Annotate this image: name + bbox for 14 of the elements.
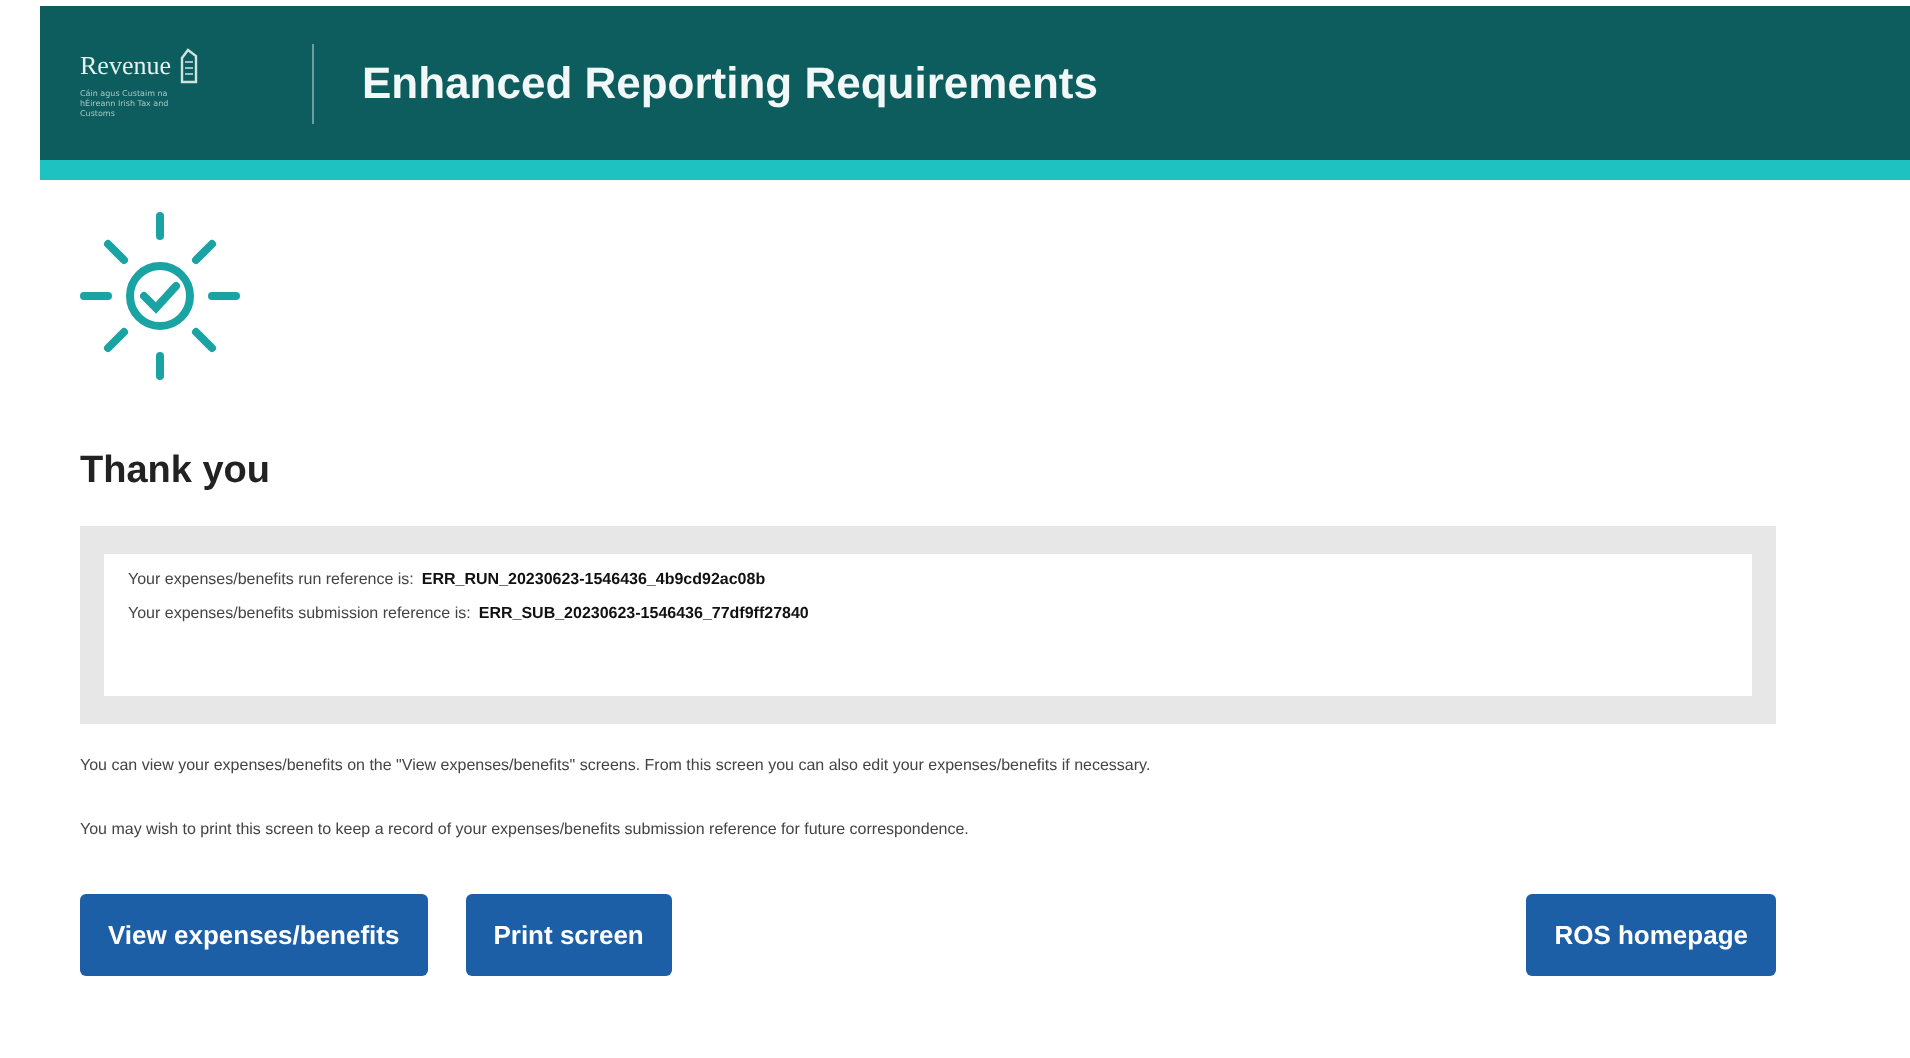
action-button[interactable]: Print screen	[465, 894, 672, 976]
reference-value: ERR_SUB_20230623-1546436_77df9ff27840	[478, 604, 809, 622]
heading: Thank you	[80, 450, 273, 494]
reference-label: Your expenses/benefits run reference is:	[128, 570, 414, 588]
reference-value: ERR_RUN_20230623-1546436_4b9cd92ac08b	[421, 570, 766, 588]
page-title: Enhanced Reporting Requirements	[362, 57, 1098, 109]
info-text: You may wish to print this screen to keep a record of your expenses/benefits submission reference for future correspondence.	[80, 820, 971, 838]
logo-text: Revenue	[80, 50, 171, 82]
info-text: You can view your expenses/benefits on the "View expenses/benefits" screens. From this screen you can also edit your expenses/benefits if necessary.	[80, 756, 1153, 774]
harp-icon	[180, 48, 199, 84]
reference-label: Your expenses/benefits submission reference is:	[128, 604, 471, 622]
action-button[interactable]: ROS homepage	[1526, 894, 1776, 976]
action-button[interactable]: View expenses/benefits	[80, 894, 428, 976]
sun-check-icon	[80, 210, 240, 382]
